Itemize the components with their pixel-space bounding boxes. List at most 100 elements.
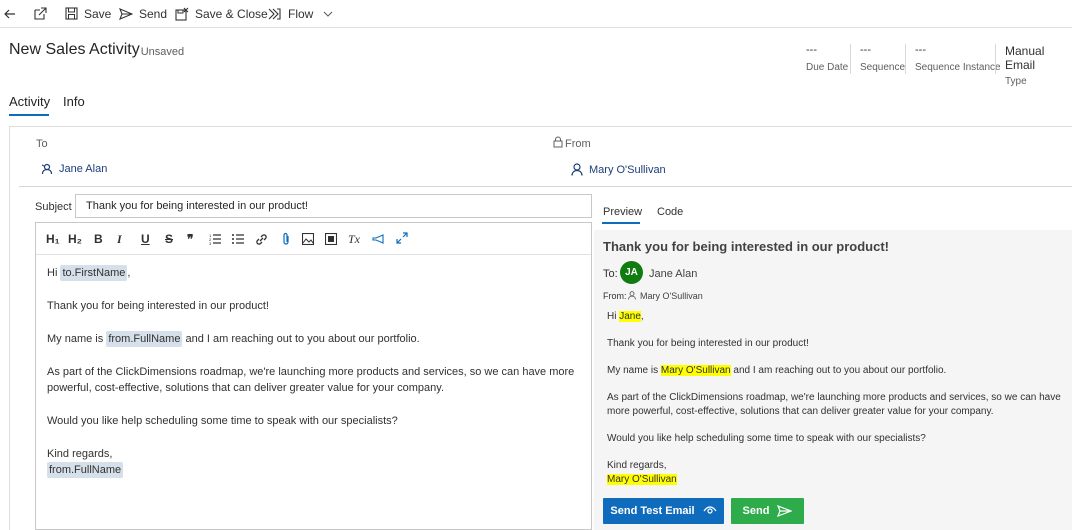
preview-line-roadmap: As part of the ClickDimensions roadmap, …	[607, 392, 1061, 417]
header-divider	[905, 44, 906, 74]
editor-line-intro: My name is from.FullName and I am reachi…	[47, 331, 587, 347]
send-label: Send	[139, 6, 168, 21]
table-icon[interactable]	[325, 233, 337, 245]
heading2-button[interactable]: H₂	[68, 232, 82, 246]
popout-button[interactable]	[33, 0, 53, 27]
send-icon	[119, 7, 133, 20]
editor-line-question: Would you like help scheduling some time…	[47, 415, 398, 427]
page-title: New Sales Activity	[9, 41, 140, 58]
editor-toolbar: H₁ H₂ B I U S ❞ 123 Tx	[36, 223, 591, 255]
editor-regards: Kind regards,	[47, 448, 113, 460]
due-date-value: ---	[806, 44, 817, 56]
from-sender-name: Mary O'Sullivan	[589, 163, 666, 176]
editor-line-roadmap: As part of the ClickDimensions roadmap, …	[47, 366, 575, 394]
from-label: From	[565, 138, 591, 150]
type-value: Manual Email	[1005, 44, 1045, 72]
save-button[interactable]: Save	[65, 0, 111, 27]
to-recipient-name: Jane Alan	[59, 163, 108, 175]
send-test-email-button[interactable]: Send Test Email	[603, 498, 724, 524]
underline-button[interactable]: U	[141, 232, 150, 246]
preview-subject: Thank you for being interested in our pr…	[603, 239, 890, 254]
link-icon[interactable]	[255, 233, 268, 246]
subject-input[interactable]: Thank you for being interested in our pr…	[75, 194, 592, 218]
eye-icon	[703, 506, 717, 514]
to-recipient-link[interactable]: Jane Alan	[41, 163, 107, 175]
preview-regards: Kind regards,	[607, 460, 667, 471]
send-email-label: Send	[742, 505, 770, 517]
header-field-due-date: --- Due Date	[806, 44, 848, 73]
contact-icon	[41, 163, 53, 175]
image-icon[interactable]	[302, 233, 314, 245]
tab-code[interactable]: Code	[657, 206, 683, 218]
save-close-label: Save & Close	[195, 6, 268, 21]
send-button[interactable]: Send	[119, 0, 167, 27]
save-label: Save	[84, 6, 112, 21]
chevron-down-icon[interactable]	[323, 11, 333, 17]
editor-line-thanks: Thank you for being interested in our pr…	[47, 300, 269, 312]
expand-icon[interactable]	[396, 232, 408, 244]
greeting-prefix: Hi	[47, 267, 58, 279]
send-test-email-label: Send Test Email	[610, 505, 695, 517]
email-body-editor[interactable]: H₁ H₂ B I U S ❞ 123 Tx Hi to.FirstName, …	[35, 222, 592, 530]
preview-greeting-prefix: Hi	[607, 311, 617, 322]
preview-tab-indicator	[602, 222, 640, 224]
strikethrough-button[interactable]: S	[165, 232, 173, 246]
command-bar: Save Send Save & Close Flow	[0, 0, 1072, 28]
save-close-icon	[175, 7, 189, 21]
full-name-token[interactable]: from.FullName	[106, 331, 183, 347]
preview-intro-name: Mary O'Sullivan	[660, 365, 731, 376]
sequence-label: Sequence	[860, 62, 906, 73]
first-name-token[interactable]: to.FirstName	[60, 265, 128, 281]
attachment-icon[interactable]	[281, 232, 291, 246]
lock-icon	[553, 136, 563, 148]
preview-line-question: Would you like help scheduling some time…	[607, 433, 926, 444]
preview-greeting-name: Jane	[619, 311, 641, 322]
bold-button[interactable]: B	[94, 232, 103, 246]
tab-info[interactable]: Info	[63, 94, 85, 109]
preview-line-thanks: Thank you for being interested in our pr…	[607, 338, 809, 349]
preview-signature: Mary O'Sullivan	[607, 473, 1062, 487]
tab-activity[interactable]: Activity	[9, 94, 50, 109]
preview-greeting: Hi Jane,	[607, 310, 1062, 324]
preview-intro-prefix: My name is	[607, 365, 659, 376]
save-close-button[interactable]: Save & Close	[175, 0, 268, 27]
preview-from-label: From:	[603, 291, 627, 301]
back-button[interactable]	[4, 0, 22, 27]
header-divider	[850, 44, 851, 74]
sequence-instance-label: Sequence Instance	[915, 62, 1001, 73]
intro-suffix: and I am reaching out to you about our p…	[185, 333, 420, 345]
from-sender-link[interactable]: Mary O'Sullivan	[571, 163, 666, 176]
header-divider	[995, 44, 996, 74]
header-field-sequence: --- Sequence	[860, 44, 905, 73]
flow-label: Flow	[288, 6, 314, 21]
bullet-list-icon[interactable]	[232, 233, 244, 245]
send-email-button[interactable]: Send	[731, 498, 804, 524]
quote-button[interactable]: ❞	[187, 232, 193, 246]
clear-format-button[interactable]: Tx	[348, 232, 360, 246]
back-arrow-icon	[4, 9, 15, 18]
type-label: Type	[1005, 76, 1027, 87]
save-icon	[65, 7, 78, 20]
campaign-icon[interactable]	[372, 234, 386, 244]
italic-button[interactable]: I	[117, 232, 122, 246]
svg-text:3: 3	[209, 241, 212, 245]
editor-greeting: Hi to.FirstName,	[47, 265, 587, 281]
user-icon	[571, 163, 583, 176]
tab-preview[interactable]: Preview	[603, 206, 642, 218]
preview-greeting-suffix: ,	[640, 311, 644, 322]
greeting-suffix: ,	[127, 267, 131, 279]
numbered-list-icon[interactable]: 123	[209, 233, 221, 245]
signature-token[interactable]: from.FullName	[47, 462, 124, 478]
header-field-sequence-instance: --- Sequence Instance	[915, 44, 1001, 73]
flow-icon	[268, 7, 281, 20]
send-icon	[777, 505, 793, 517]
preview-signature-name: Mary O'Sullivan	[607, 474, 677, 485]
avatar: JA	[620, 261, 643, 284]
heading1-button[interactable]: H₁	[46, 232, 60, 246]
to-divider	[19, 186, 549, 187]
preview-intro-suffix: and I am reaching out to you about our p…	[733, 365, 947, 376]
flow-button[interactable]: Flow	[268, 0, 339, 27]
editor-signature: from.FullName	[47, 462, 587, 478]
save-status: - Unsaved	[134, 46, 185, 58]
header-field-type: Manual Email Type	[1005, 44, 1072, 87]
